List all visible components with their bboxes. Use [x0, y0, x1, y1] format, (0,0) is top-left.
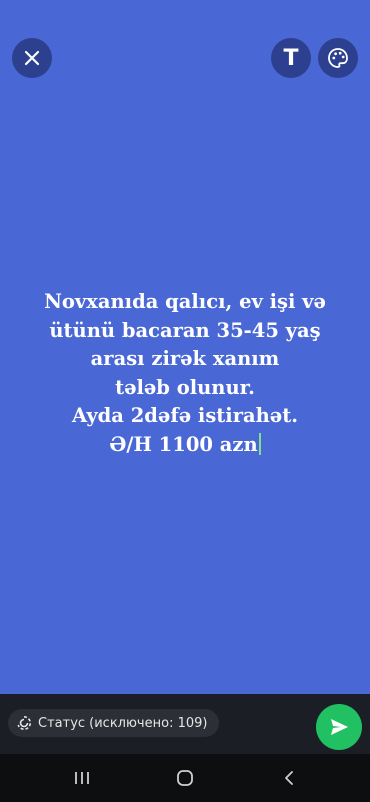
privacy-label: Статус (исключено: 109) [38, 715, 208, 731]
close-button[interactable] [12, 38, 52, 78]
status-line: Novxanıda qalıcı, ev işi və [44, 290, 326, 313]
back-button[interactable] [269, 764, 309, 792]
status-line: Ə/H 1100 azn [109, 432, 258, 456]
send-icon [331, 719, 348, 735]
close-icon [24, 50, 40, 66]
status-message[interactable]: Novxanıda qalıcı, ev işi və ütünü bacara… [0, 288, 370, 459]
home-icon [177, 770, 193, 786]
compose-footer: Статус (исключено: 109) [0, 694, 370, 754]
palette-icon [328, 48, 348, 68]
status-line: tələb olunur. [115, 375, 255, 399]
status-line: ütünü bacaran 35-45 yaş [49, 318, 321, 342]
status-line: arası zirək xanım [90, 347, 280, 370]
color-palette-button[interactable] [318, 38, 358, 78]
recents-button[interactable] [62, 764, 102, 792]
status-canvas[interactable]: T Novxanıda qalıcı, ev işi və ütünü baca… [0, 0, 370, 694]
privacy-settings-button[interactable]: Статус (исключено: 109) [8, 709, 220, 737]
system-navigation-bar [0, 754, 370, 802]
back-icon [285, 771, 293, 785]
text-cursor [258, 432, 261, 455]
status-privacy-icon [17, 715, 32, 730]
text-tool-label: T [283, 45, 299, 71]
text-tool-button[interactable]: T [271, 38, 311, 78]
status-line: Ayda 2dəfə istirahət. [71, 404, 298, 427]
send-button[interactable] [316, 704, 362, 750]
recents-icon [75, 772, 89, 784]
home-button[interactable] [165, 764, 205, 792]
